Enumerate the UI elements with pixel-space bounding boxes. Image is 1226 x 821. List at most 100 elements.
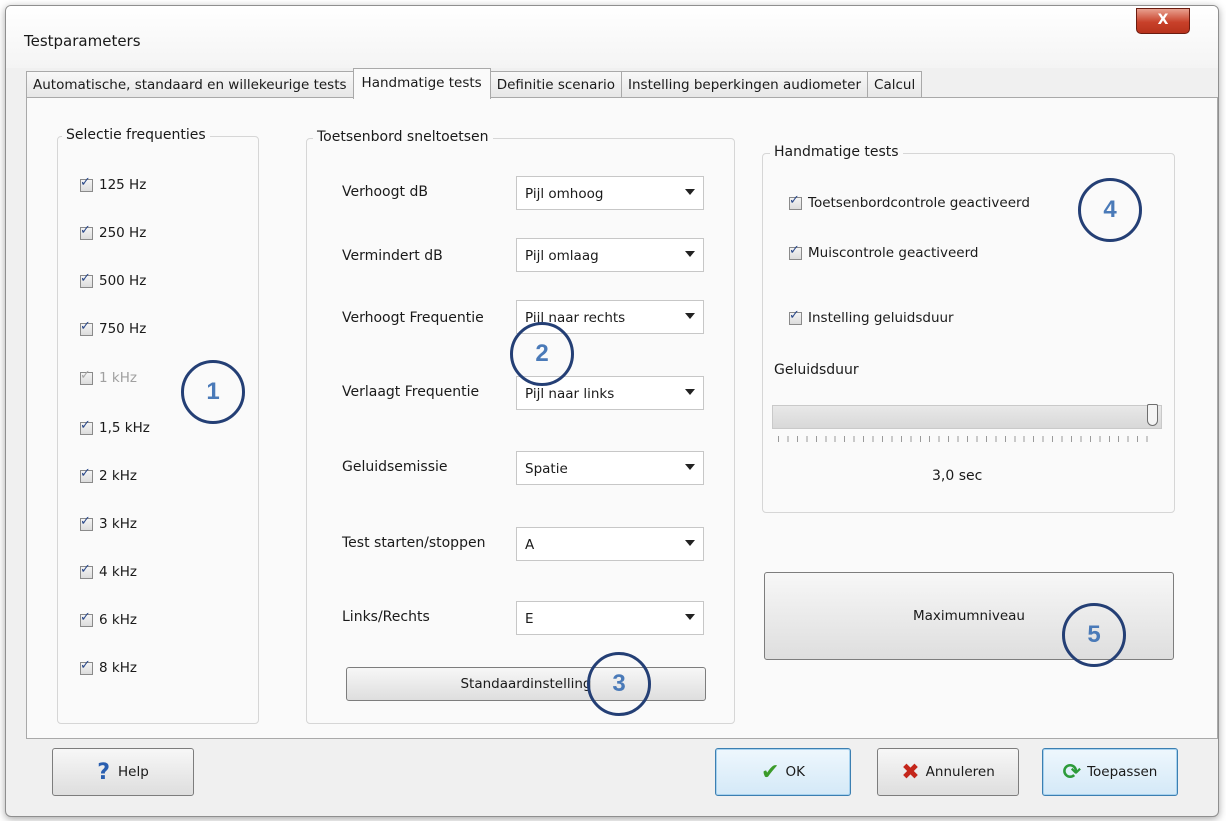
chevron-down-icon: [685, 389, 695, 395]
check-icon: ✓: [80, 318, 91, 334]
mouse-control-checkbox[interactable]: ✓ Muiscontrole geactiveerd: [789, 243, 979, 261]
cross-icon: ✖: [901, 759, 920, 785]
shortcut-decrease-db-select[interactable]: Pijl omlaag: [516, 238, 704, 272]
select-value: A: [525, 537, 535, 553]
freq-6khz[interactable]: ✓ 6 kHz: [80, 610, 137, 628]
cancel-label: Annuleren: [925, 764, 995, 780]
chevron-down-icon: [685, 614, 695, 620]
checkbox-label: 4 kHz: [99, 564, 137, 580]
freq-1khz: ✓ 1 kHz: [80, 367, 137, 386]
checkbox-label: 750 Hz: [99, 321, 147, 337]
checkbox[interactable]: ✓: [80, 418, 93, 435]
ok-button[interactable]: ✔ OK: [715, 748, 851, 796]
shortcut-increase-db-select[interactable]: Pijl omhoog: [516, 176, 704, 210]
shortcut-left-right-select[interactable]: E: [516, 601, 704, 635]
shortcut-label: Geluidsemissie: [342, 459, 448, 475]
checkbox-label: 1,5 kHz: [99, 420, 150, 436]
checkbox[interactable]: ✓: [80, 466, 93, 483]
chevron-down-icon: [685, 540, 695, 546]
close-icon: X: [1157, 12, 1169, 28]
callout-2: 2: [510, 322, 574, 386]
checkbox[interactable]: ✓: [80, 610, 93, 627]
freq-3khz[interactable]: ✓ 3 kHz: [80, 514, 137, 532]
title-bar: Testparameters X: [6, 6, 1218, 68]
checkbox[interactable]: ✓: [80, 271, 93, 288]
checkbox[interactable]: ✓: [789, 193, 802, 210]
shortcut-label: Verhoogt dB: [342, 184, 428, 200]
cancel-button[interactable]: ✖ Annuleren: [877, 748, 1019, 796]
checkbox[interactable]: ✓: [789, 308, 802, 325]
shortcut-sound-emission-select[interactable]: Spatie: [516, 451, 704, 485]
select-value: Pijl omhoog: [525, 186, 604, 202]
checkbox[interactable]: ✓: [80, 514, 93, 531]
check-icon: ✓: [80, 609, 91, 625]
apply-label: Toepassen: [1087, 764, 1158, 780]
chevron-down-icon: [685, 313, 695, 319]
shortcut-label: Verlaagt Frequentie: [342, 384, 480, 400]
keyboard-shortcuts-group: [306, 138, 735, 724]
check-icon: ✓: [789, 192, 800, 208]
select-value: Pijl naar links: [525, 386, 615, 402]
checkbox[interactable]: ✓: [80, 223, 93, 240]
checkbox[interactable]: ✓: [80, 175, 93, 192]
check-icon: ✓: [80, 561, 91, 577]
check-icon: ✓: [789, 307, 800, 323]
tab-audiometer-limits[interactable]: Instelling beperkingen audiometer: [621, 71, 869, 98]
check-icon: ✓: [80, 657, 91, 673]
checkbox-label: 1 kHz: [99, 370, 137, 386]
help-button[interactable]: ? Help: [52, 748, 194, 796]
keyboard-control-checkbox[interactable]: ✓ Toetsenbordcontrole geactiveerd: [789, 193, 1030, 211]
refresh-icon: ⟳: [1062, 759, 1082, 785]
freq-125hz[interactable]: ✓ 125 Hz: [80, 175, 146, 193]
select-value: Spatie: [525, 461, 568, 477]
check-icon: ✓: [80, 222, 91, 238]
checkbox-label: 500 Hz: [99, 273, 147, 289]
checkbox-label: Instelling geluidsduur: [808, 310, 954, 326]
shortcut-label: Vermindert dB: [342, 248, 443, 264]
tab-automatic-tests[interactable]: Automatische, standaard en willekeurige …: [26, 71, 354, 98]
check-icon: ✓: [80, 270, 91, 286]
check-icon: ✓: [80, 367, 91, 383]
checkbox[interactable]: ✓: [789, 243, 802, 260]
shortcut-label: Links/Rechts: [342, 609, 430, 625]
sound-duration-setting-checkbox[interactable]: ✓ Instelling geluidsduur: [789, 308, 954, 326]
checkmark-icon: ✔: [761, 759, 780, 785]
keyboard-shortcuts-legend: Toetsenbord sneltoetsen: [313, 129, 493, 145]
callout-4: 4: [1078, 178, 1142, 242]
freq-2khz[interactable]: ✓ 2 kHz: [80, 466, 137, 484]
chevron-down-icon: [685, 464, 695, 470]
default-settings-button[interactable]: Standaardinstelling: [346, 667, 706, 701]
checkbox-label: 8 kHz: [99, 660, 137, 676]
checkbox-label: 6 kHz: [99, 612, 137, 628]
close-button[interactable]: X: [1136, 8, 1190, 34]
shortcut-start-stop-select[interactable]: A: [516, 527, 704, 561]
tab-calcul[interactable]: Calcul: [867, 71, 923, 98]
tab-bar: Automatische, standaard en willekeurige …: [26, 68, 923, 99]
freq-500hz[interactable]: ✓ 500 Hz: [80, 271, 147, 289]
freq-250hz[interactable]: ✓ 250 Hz: [80, 223, 147, 241]
freq-4khz[interactable]: ✓ 4 kHz: [80, 562, 137, 580]
checkbox[interactable]: ✓: [80, 562, 93, 579]
ok-label: OK: [785, 764, 805, 780]
slider-ticks: [778, 436, 1156, 442]
check-icon: ✓: [789, 242, 800, 258]
checkbox[interactable]: ✓: [80, 319, 93, 336]
shortcut-label: Test starten/stoppen: [342, 535, 486, 551]
tab-scenario-definition[interactable]: Definitie scenario: [489, 71, 623, 98]
freq-1-5khz[interactable]: ✓ 1,5 kHz: [80, 418, 150, 436]
slider-handle[interactable]: [1147, 404, 1158, 426]
freq-750hz[interactable]: ✓ 750 Hz: [80, 319, 147, 337]
tab-manual-tests[interactable]: Handmatige tests: [352, 68, 491, 99]
checkbox-label: 250 Hz: [99, 225, 147, 241]
callout-1: 1: [181, 360, 245, 424]
checkbox[interactable]: ✓: [80, 658, 93, 675]
chevron-down-icon: [685, 189, 695, 195]
sound-duration-slider[interactable]: [772, 405, 1162, 429]
chevron-down-icon: [685, 251, 695, 257]
check-icon: ✓: [80, 465, 91, 481]
help-icon: ?: [97, 759, 110, 785]
checkbox-label: 3 kHz: [99, 516, 137, 532]
freq-8khz[interactable]: ✓ 8 kHz: [80, 658, 137, 676]
apply-button[interactable]: ⟳ Toepassen: [1042, 748, 1178, 796]
checkbox-label: Muiscontrole geactiveerd: [808, 245, 979, 261]
